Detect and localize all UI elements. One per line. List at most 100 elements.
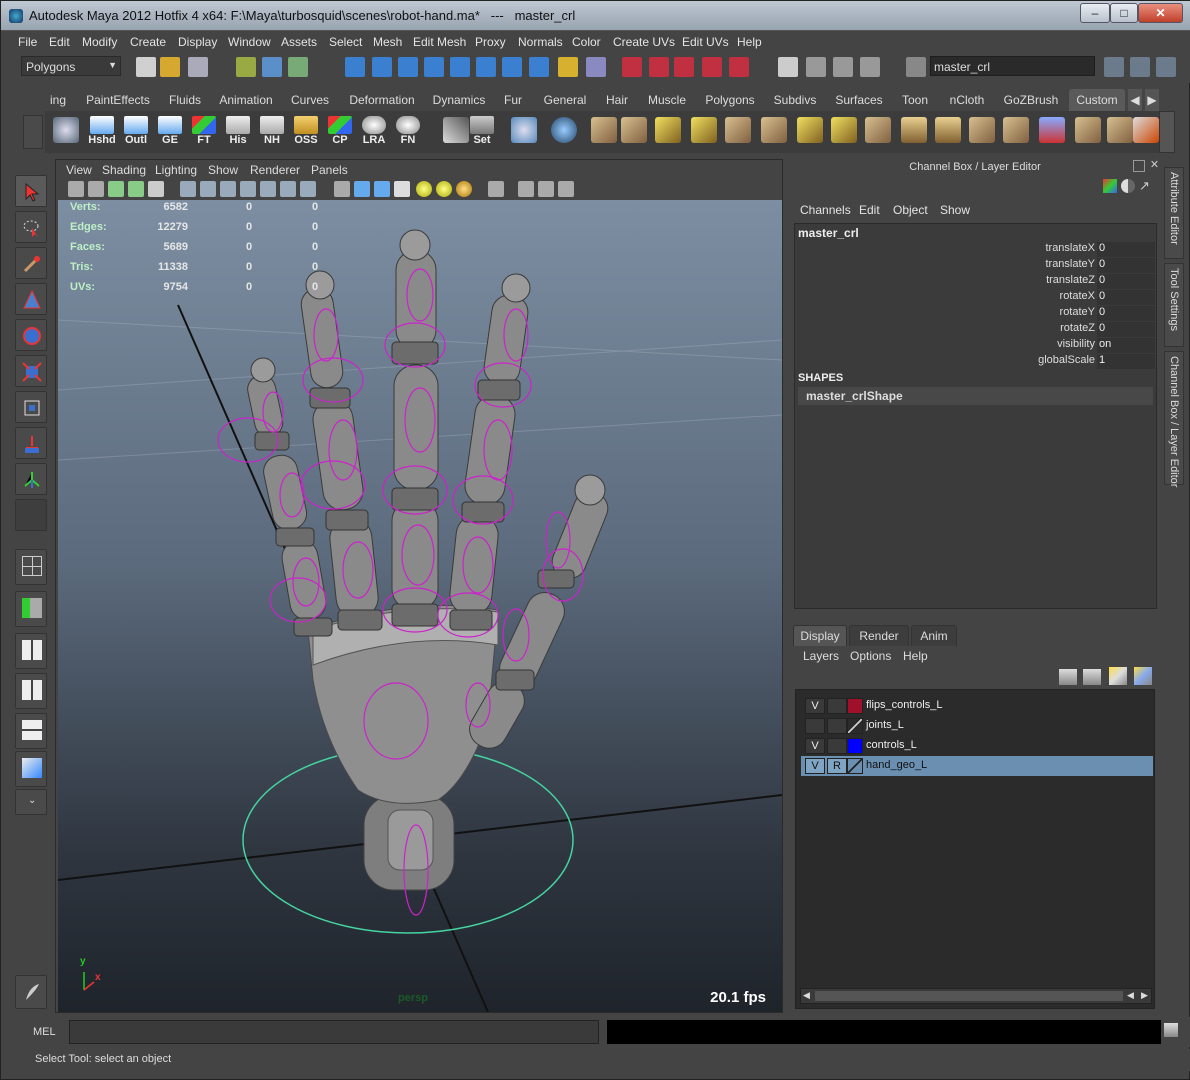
paint-select-tool-button[interactable] — [15, 247, 47, 279]
uv-paste-icon[interactable] — [1107, 117, 1133, 143]
hypershade-status-icon[interactable] — [702, 57, 722, 77]
minimize-button[interactable]: – — [1080, 3, 1110, 23]
side-tab-attribute-editor[interactable]: Attribute Editor — [1164, 167, 1184, 259]
rename-icon[interactable] — [806, 57, 826, 77]
script-editor-icon[interactable] — [1164, 1023, 1178, 1037]
render-view-icon[interactable] — [729, 57, 749, 77]
layer-menu-options[interactable]: Options — [850, 649, 891, 663]
speed-icon[interactable] — [1121, 179, 1135, 193]
camera-attributes-icon[interactable] — [88, 181, 104, 197]
move-layer-down-icon[interactable] — [1083, 669, 1101, 685]
attr-rotatey-label[interactable]: rotateY — [795, 306, 1095, 318]
menuset-dropdown[interactable]: Polygons ▼ — [21, 56, 121, 76]
maximize-button[interactable]: □ — [1110, 3, 1138, 23]
field-chart-icon[interactable] — [260, 181, 276, 197]
menu-help[interactable]: Help — [737, 35, 762, 49]
shelf-button-fn[interactable]: FN — [391, 114, 425, 150]
show-manipulator-button[interactable] — [15, 463, 47, 495]
field-mode-icon[interactable] — [906, 57, 926, 77]
shelf-tab-polygons[interactable]: Polygons — [703, 89, 757, 111]
shelf-tab-curves[interactable]: Curves — [289, 89, 331, 111]
drag-icon[interactable]: ↗ — [1139, 179, 1153, 193]
layout-more-button[interactable]: ⌄ — [15, 789, 47, 815]
layer-tab-render[interactable]: Render — [849, 625, 909, 646]
high-quality-icon[interactable] — [456, 181, 472, 197]
scale-tool-button[interactable] — [15, 355, 47, 387]
shelf-button-outl[interactable]: Outl — [119, 114, 153, 150]
open-scene-icon[interactable] — [160, 57, 180, 77]
isolate-select-icon[interactable] — [488, 181, 504, 197]
menu-create[interactable]: Create — [130, 35, 166, 49]
uv-cylindrical-icon[interactable] — [901, 117, 927, 143]
film-gate-icon[interactable] — [200, 181, 216, 197]
layer-visibility-toggle[interactable] — [805, 718, 825, 734]
custom-tool-icon[interactable] — [53, 117, 79, 143]
use-all-lights-icon[interactable] — [416, 181, 432, 197]
shelf-button-ge[interactable]: GE — [153, 114, 187, 150]
layer-display-type-toggle[interactable]: R — [827, 758, 847, 774]
cone-icon[interactable] — [1039, 117, 1065, 143]
render-settings-icon[interactable] — [674, 57, 694, 77]
uv-cut-icon[interactable] — [761, 117, 787, 143]
snap-point-icon[interactable] — [398, 57, 418, 77]
attr-translatey-field[interactable]: 0 — [1097, 258, 1155, 273]
shelf-tab-fluids[interactable]: Fluids — [165, 89, 205, 111]
layer-color-swatch[interactable] — [847, 738, 863, 754]
shelf-menu-icon[interactable] — [23, 115, 43, 149]
snap-grid-icon[interactable] — [345, 57, 365, 77]
shelf-scroll-right-icon[interactable]: ▶ — [1145, 89, 1159, 111]
mel-script-icon[interactable] — [15, 975, 47, 1009]
layer-color-swatch[interactable] — [847, 698, 863, 714]
layout-graph-editor-button[interactable] — [15, 673, 47, 709]
cb-menu-edit[interactable]: Edit — [859, 203, 880, 217]
menu-edit-uvs[interactable]: Edit UVs — [682, 35, 729, 49]
menu-modify[interactable]: Modify — [82, 35, 117, 49]
attr-rotatez-label[interactable]: rotateZ — [795, 322, 1095, 334]
menu-color[interactable]: Color — [572, 35, 601, 49]
xray-components-icon[interactable] — [558, 181, 574, 197]
layer-name[interactable]: controls_L — [866, 739, 917, 751]
layer-tab-anim[interactable]: Anim — [911, 625, 957, 646]
shelf-tab-deformation[interactable]: Deformation — [347, 89, 417, 111]
universal-manipulator-button[interactable] — [15, 391, 47, 423]
selected-object-name[interactable]: master_crl — [798, 226, 859, 240]
grid-icon[interactable] — [180, 181, 196, 197]
layer-tab-display[interactable]: Display — [793, 625, 847, 646]
select-by-name-icon[interactable] — [833, 57, 853, 77]
attr-rotatez-field[interactable]: 0 — [1097, 322, 1155, 337]
layer-name[interactable]: flips_controls_L — [866, 699, 942, 711]
shelf-tab-dynamics[interactable]: Dynamics — [431, 89, 487, 111]
shelf-tab-fur[interactable]: Fur — [501, 89, 525, 111]
uv-move-icon[interactable] — [621, 117, 647, 143]
layout-outliner-button[interactable] — [15, 591, 47, 627]
shelf-tab-animation[interactable]: Animation — [219, 89, 273, 111]
viewport-menu-shading[interactable]: Shading — [102, 163, 146, 177]
attr-visibility-label[interactable]: visibility — [795, 338, 1095, 350]
menu-window[interactable]: Window — [228, 35, 271, 49]
paint-brush-icon[interactable] — [1133, 117, 1159, 143]
uv-layout-icon[interactable] — [655, 117, 681, 143]
move-layer-up-icon[interactable] — [1059, 669, 1077, 685]
menu-file[interactable]: File — [18, 35, 37, 49]
snap-view-icon[interactable] — [502, 57, 522, 77]
attr-rotatex-field[interactable]: 0 — [1097, 290, 1155, 305]
shelf-button-nh[interactable]: NH — [255, 114, 289, 150]
attr-globalscale-field[interactable]: 1 — [1097, 354, 1155, 369]
shelf-tab-general[interactable]: General — [541, 89, 589, 111]
layer-name[interactable]: hand_geo_L — [866, 759, 927, 771]
image-plane-icon[interactable] — [128, 181, 144, 197]
layer-display-type-toggle[interactable] — [827, 698, 847, 714]
uv-select-icon[interactable] — [591, 117, 617, 143]
menu-normals[interactable]: Normals — [518, 35, 563, 49]
layer-name[interactable]: joints_L — [866, 719, 904, 731]
xray-icon[interactable] — [518, 181, 534, 197]
xray-joints-icon[interactable] — [538, 181, 554, 197]
manipulator-icon[interactable] — [1103, 179, 1117, 193]
new-layer-icon[interactable] — [1109, 667, 1127, 685]
attr-translatex-label[interactable]: translateX — [795, 242, 1095, 254]
attr-translatex-field[interactable]: 0 — [1097, 242, 1155, 257]
layer-list-scrollbar[interactable]: ◀ ◀ ▶ — [800, 988, 1152, 1004]
menu-proxy[interactable]: Proxy — [475, 35, 506, 49]
snap-surface-icon[interactable] — [450, 57, 470, 77]
layer-row-controls[interactable]: V controls_L — [801, 736, 1153, 756]
